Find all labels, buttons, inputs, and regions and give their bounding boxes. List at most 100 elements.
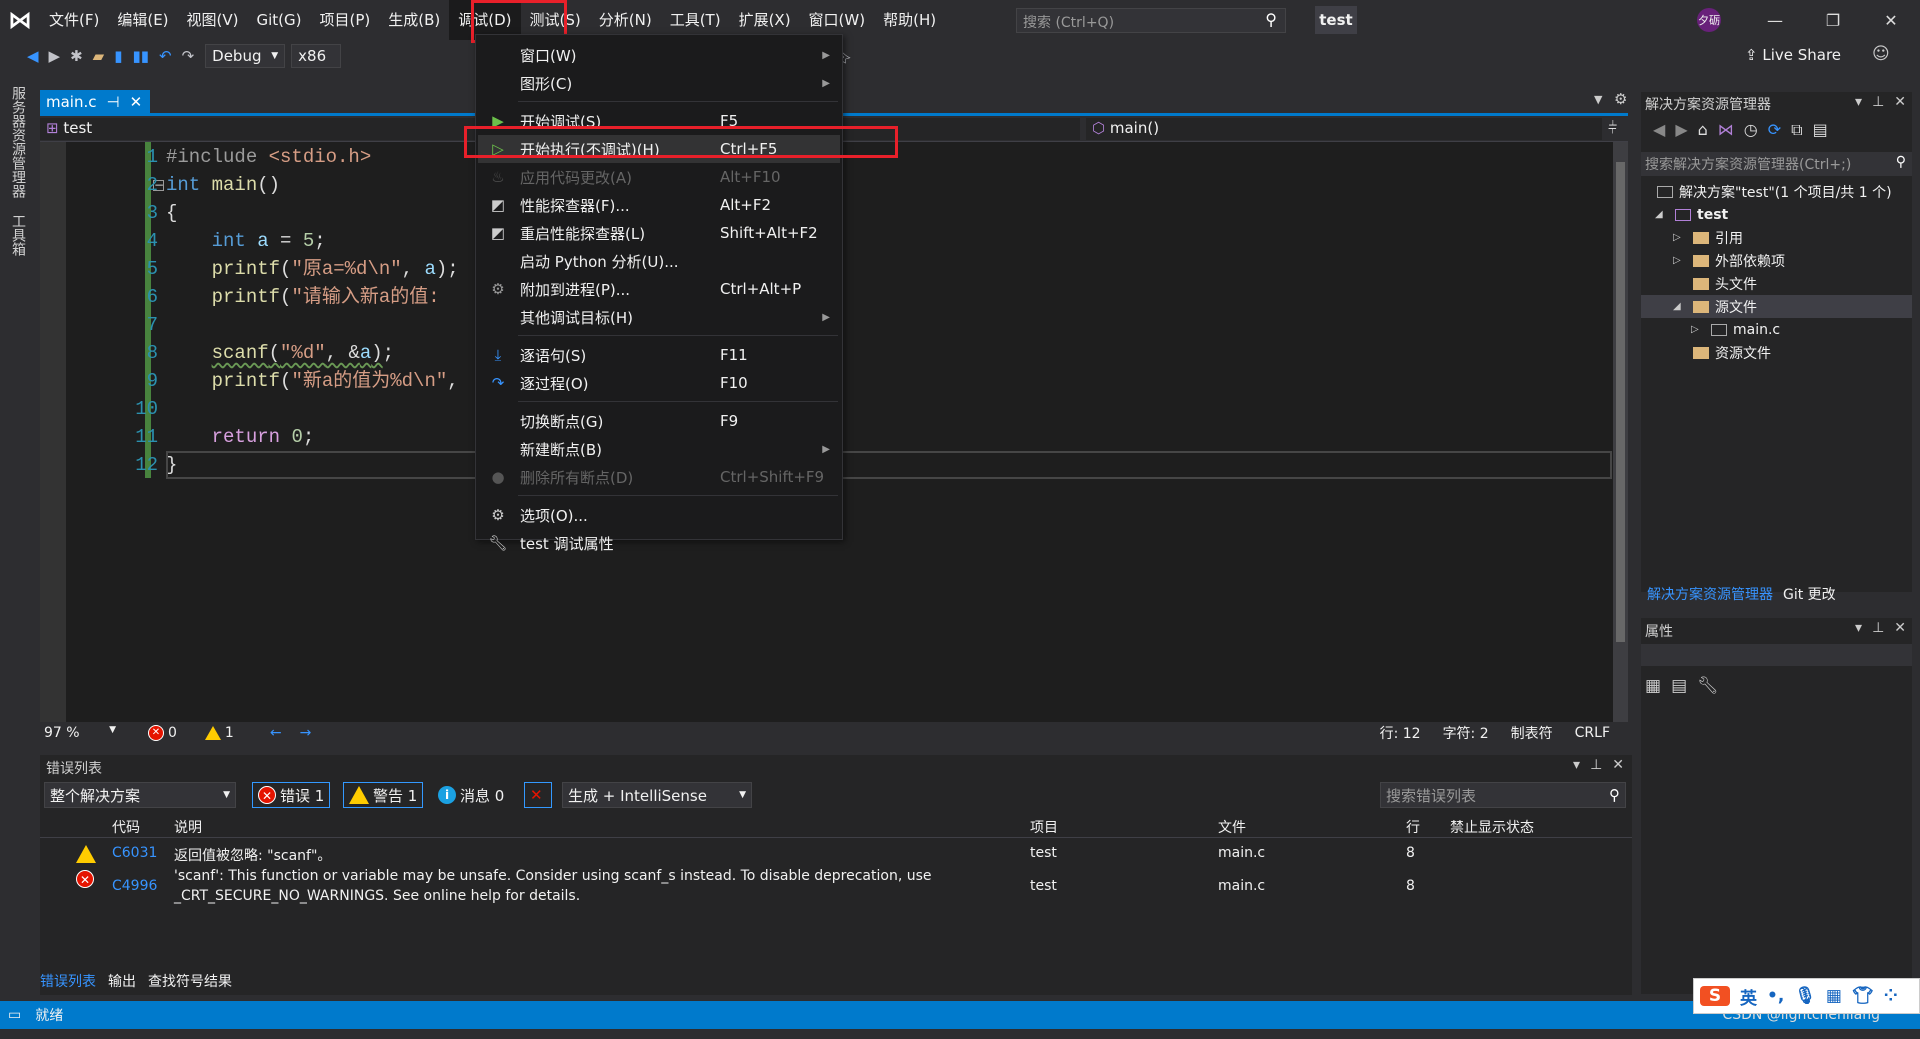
close-icon[interactable]: ✕ <box>1894 620 1906 636</box>
column-description[interactable]: 说明 <box>174 817 202 837</box>
menu-1[interactable]: 编辑(E) <box>108 0 177 40</box>
menu-item[interactable]: ⤓ 逐语句(S) F11 <box>478 341 840 369</box>
menu-0[interactable]: 文件(F) <box>40 0 108 40</box>
categorized-icon[interactable]: ▦ <box>1645 676 1661 696</box>
menu-item[interactable]: 切换断点(G) F9 <box>478 407 840 435</box>
back-icon[interactable]: ◀ <box>1653 120 1665 140</box>
member-dropdown[interactable]: ⬡ main() <box>1086 118 1602 140</box>
close-button[interactable]: ✕ <box>1876 6 1906 34</box>
sync-icon[interactable]: ⟳ <box>1768 120 1781 140</box>
server-explorer-tab[interactable]: 服务器资源管理器 <box>8 86 28 198</box>
menu-3[interactable]: Git(G) <box>248 0 311 40</box>
config-select[interactable]: Debug ▼ <box>205 44 286 68</box>
new-project-icon[interactable]: ✱ <box>65 47 88 65</box>
menu-12[interactable]: 帮助(H) <box>874 0 945 40</box>
tree-item[interactable]: 头文件 <box>1641 272 1912 295</box>
menu-4[interactable]: 项目(P) <box>311 0 380 40</box>
menu-5[interactable]: 生成(B) <box>379 0 449 40</box>
column-code[interactable]: 代码 <box>112 817 140 837</box>
microphone-icon[interactable]: 🎙︎ <box>1794 986 1816 1006</box>
indent-indicator[interactable]: 制表符 <box>1511 723 1553 743</box>
error-code-link[interactable]: C4996 <box>112 878 157 894</box>
warning-count[interactable]: 1 <box>225 725 234 741</box>
tab-main-c[interactable]: main.c ⊣ ✕ <box>40 90 150 114</box>
close-icon[interactable]: ✕ <box>1894 94 1906 110</box>
dropdown-icon[interactable]: ▾ <box>1573 757 1580 773</box>
undo-icon[interactable]: ↶ <box>154 47 177 65</box>
properties-object-select[interactable] <box>1641 644 1912 666</box>
tree-item[interactable]: 解决方案"test"(1 个项目/共 1 个) <box>1641 180 1912 203</box>
errors-filter-button[interactable]: ✕ 错误 1 <box>252 782 331 808</box>
solution-search-input[interactable]: 搜索解决方案资源管理器(Ctrl+;) ⚲ <box>1641 152 1912 176</box>
forward-icon[interactable]: ▶ <box>1675 120 1687 140</box>
settings-icon[interactable]: ⚙ <box>1614 90 1627 108</box>
tree-item[interactable]: ▷ 外部依赖项 <box>1641 249 1912 272</box>
search-input[interactable]: 搜索 (Ctrl+Q) ⚲ <box>1016 8 1286 33</box>
property-pages-icon[interactable]: 🔧︎ <box>1697 676 1719 696</box>
line-indicator[interactable]: 行: 12 <box>1380 723 1421 743</box>
live-share-button[interactable]: ⇪ Live Share <box>1745 46 1841 64</box>
char-indicator[interactable]: 字符: 2 <box>1443 723 1489 743</box>
close-tab-icon[interactable]: ✕ <box>130 93 143 111</box>
expander-icon[interactable]: ▷ <box>1673 232 1681 243</box>
save-all-icon[interactable]: ▮▮ <box>127 47 154 65</box>
show-all-files-icon[interactable]: ▤ <box>1813 120 1828 140</box>
menu-item[interactable]: ↷ 逐过程(O) F10 <box>478 369 840 397</box>
keyboard-icon[interactable]: ▦ <box>1826 986 1842 1006</box>
error-code-link[interactable]: C6031 <box>112 845 157 861</box>
menu-item[interactable]: ◩ 重启性能探查器(L) Shift+Alt+F2 <box>478 219 840 247</box>
column-line[interactable]: 行 <box>1406 817 1420 837</box>
menu-item[interactable]: ⚙ 选项(O)... <box>478 501 840 529</box>
redo-icon[interactable]: ↷ <box>177 47 200 65</box>
menu-item[interactable]: 窗口(W) ▶ <box>478 41 840 69</box>
vertical-scrollbar[interactable] <box>1613 142 1628 722</box>
open-file-icon[interactable]: ▰ <box>88 47 110 65</box>
close-icon[interactable]: ✕ <box>1612 757 1624 773</box>
tree-item[interactable]: ▷ 引用 <box>1641 226 1912 249</box>
menu-item[interactable]: 🔧︎ test 调试属性 <box>478 529 840 557</box>
tab-find-symbol-results[interactable]: 查找符号结果 <box>148 971 232 993</box>
switch-view-icon[interactable]: ⋈ <box>1718 120 1734 140</box>
expander-icon[interactable]: ◢ <box>1673 301 1681 312</box>
menu-2[interactable]: 视图(V) <box>178 0 248 40</box>
menu-item[interactable]: 新建断点(B) ▶ <box>478 435 840 463</box>
apps-icon[interactable]: ⁘ <box>1884 986 1898 1006</box>
tree-item[interactable]: 资源文件 <box>1641 341 1912 364</box>
scrollbar-thumb[interactable] <box>1616 162 1625 642</box>
dropdown-icon[interactable]: ▾ <box>1855 94 1862 110</box>
platform-select[interactable]: x86 <box>291 44 342 68</box>
tab-output[interactable]: 输出 <box>108 971 136 993</box>
alphabetical-icon[interactable]: ▤ <box>1671 676 1687 696</box>
split-icon[interactable]: ⫩ <box>1608 118 1617 138</box>
save-icon[interactable]: ▮ <box>109 47 127 65</box>
expander-icon[interactable]: ▷ <box>1673 255 1681 266</box>
error-count[interactable]: 0 <box>168 725 177 741</box>
tree-item[interactable]: ◢ 源文件 <box>1641 295 1912 318</box>
tab-solution-explorer[interactable]: 解决方案资源管理器 <box>1647 584 1773 606</box>
back-icon[interactable]: ◀ <box>22 47 44 65</box>
menu-item[interactable]: 启动 Python 分析(U)... <box>478 247 840 275</box>
zoom-select[interactable]: 97 % ▼ <box>40 725 116 741</box>
tab-error-list[interactable]: 错误列表 <box>40 971 96 993</box>
ime-language[interactable]: 英 <box>1740 984 1757 1009</box>
pending-changes-icon[interactable]: ◷ <box>1744 120 1758 140</box>
source-select[interactable]: 生成 + IntelliSense ▼ <box>562 782 752 808</box>
next-issue-icon[interactable]: → <box>300 725 312 741</box>
pin-icon[interactable]: ⊥ <box>1872 620 1884 636</box>
feedback-icon[interactable]: ☺ <box>1872 44 1890 64</box>
error-row[interactable]: C6031 返回值被忽略: "scanf"。 test main.c 8 <box>40 843 1632 867</box>
menu-item[interactable]: 其他调试目标(H) ▶ <box>478 303 840 331</box>
forward-icon[interactable]: ▶ <box>44 47 66 65</box>
dropdown-icon[interactable]: ▾ <box>1855 620 1862 636</box>
menu-item[interactable]: 图形(C) ▶ <box>478 69 840 97</box>
tree-item[interactable]: ▷ main.c <box>1641 318 1912 341</box>
column-suppression[interactable]: 禁止显示状态 <box>1450 817 1534 837</box>
skin-icon[interactable]: 👕︎ <box>1852 986 1874 1006</box>
previous-issue-icon[interactable]: ← <box>270 725 282 741</box>
eol-indicator[interactable]: CRLF <box>1575 725 1610 741</box>
pin-icon[interactable]: ⊣ <box>107 93 120 111</box>
menu-item[interactable]: ⚙ 附加到进程(P)... Ctrl+Alt+P <box>478 275 840 303</box>
clear-filter-icon[interactable]: ✕ <box>524 782 552 808</box>
tree-item[interactable]: ◢ test <box>1641 203 1912 226</box>
menu-item[interactable]: ◩ 性能探查器(F)... Alt+F2 <box>478 191 840 219</box>
